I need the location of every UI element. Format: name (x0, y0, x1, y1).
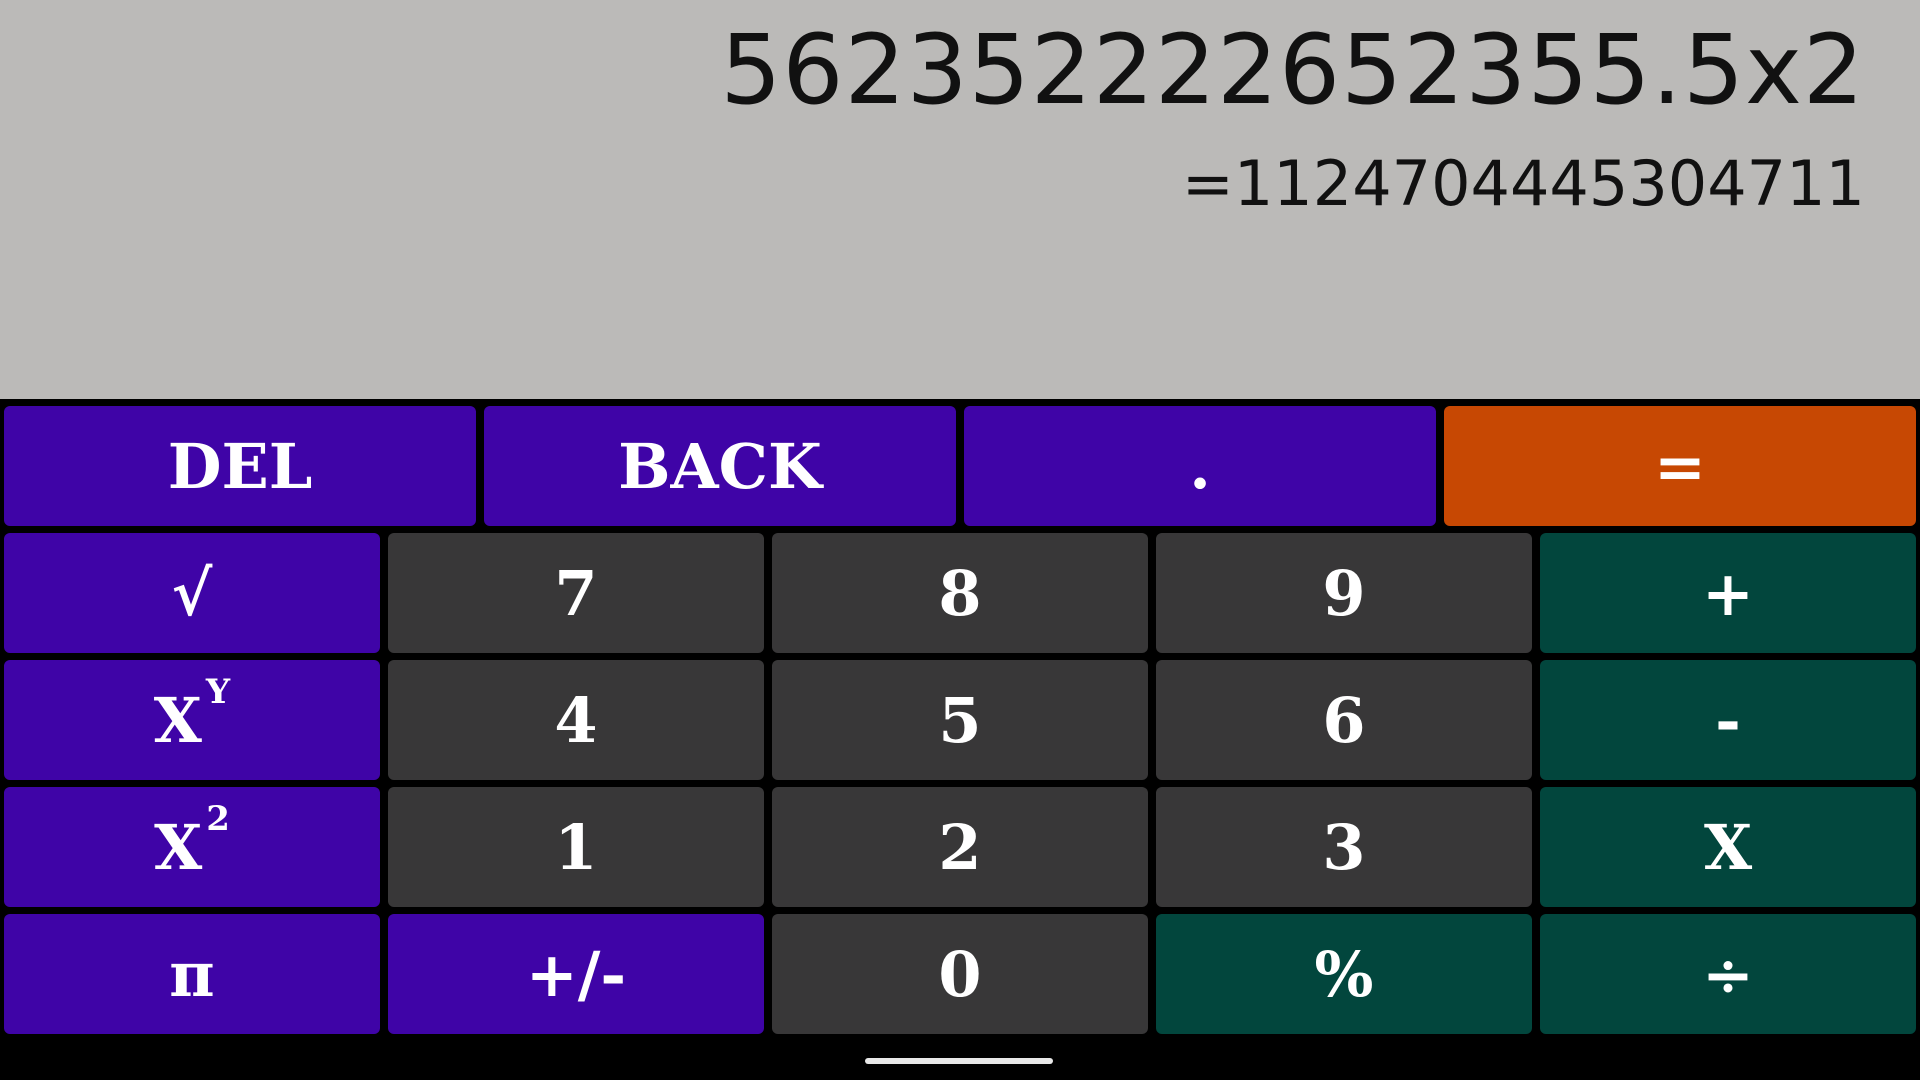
keypad-row-4: X2 1 2 3 X (0, 787, 1920, 909)
multiply-button[interactable]: X (1540, 787, 1916, 907)
square-base-label: X (154, 810, 203, 884)
power-exponent-label: Y (205, 672, 231, 712)
keypad-row-5: π +/- 0 % ÷ (0, 914, 1920, 1036)
keypad-row-3: XY 4 5 6 - (0, 660, 1920, 782)
divide-button[interactable]: ÷ (1540, 914, 1916, 1034)
del-button[interactable]: DEL (4, 406, 476, 526)
plus-minus-button[interactable]: +/- (388, 914, 764, 1034)
digit-1-button[interactable]: 1 (388, 787, 764, 907)
percent-button[interactable]: % (1156, 914, 1532, 1034)
power-button[interactable]: XY (4, 660, 380, 780)
keypad-row-1: DEL BACK . = (0, 406, 1920, 528)
calculator-app: 562352222652355.5x2 =1124704445304711 DE… (0, 0, 1920, 1080)
square-exponent-label: 2 (206, 799, 230, 839)
digit-6-button[interactable]: 6 (1156, 660, 1532, 780)
digit-2-button[interactable]: 2 (772, 787, 1148, 907)
keypad-row-2: √ 7 8 9 + (0, 533, 1920, 655)
expression-text: 562352222652355.5x2 (720, 14, 1865, 126)
power-base-label: X (153, 683, 202, 757)
digit-3-button[interactable]: 3 (1156, 787, 1532, 907)
home-indicator-bar[interactable] (865, 1058, 1053, 1064)
back-button[interactable]: BACK (484, 406, 956, 526)
digit-8-button[interactable]: 8 (772, 533, 1148, 653)
calculator-display: 562352222652355.5x2 =1124704445304711 (0, 0, 1920, 399)
square-button[interactable]: X2 (4, 787, 380, 907)
keypad: DEL BACK . = √ 7 8 9 + XY 4 5 6 - X2 1 2… (0, 399, 1920, 1035)
digit-7-button[interactable]: 7 (388, 533, 764, 653)
square-root-button[interactable]: √ (4, 533, 380, 653)
equals-button[interactable]: = (1444, 406, 1916, 526)
result-text: =1124704445304711 (1181, 147, 1865, 220)
digit-4-button[interactable]: 4 (388, 660, 764, 780)
decimal-point-button[interactable]: . (964, 406, 1436, 526)
subtract-button[interactable]: - (1540, 660, 1916, 780)
digit-0-button[interactable]: 0 (772, 914, 1148, 1034)
pi-button[interactable]: π (4, 914, 380, 1034)
add-button[interactable]: + (1540, 533, 1916, 653)
digit-9-button[interactable]: 9 (1156, 533, 1532, 653)
digit-5-button[interactable]: 5 (772, 660, 1148, 780)
